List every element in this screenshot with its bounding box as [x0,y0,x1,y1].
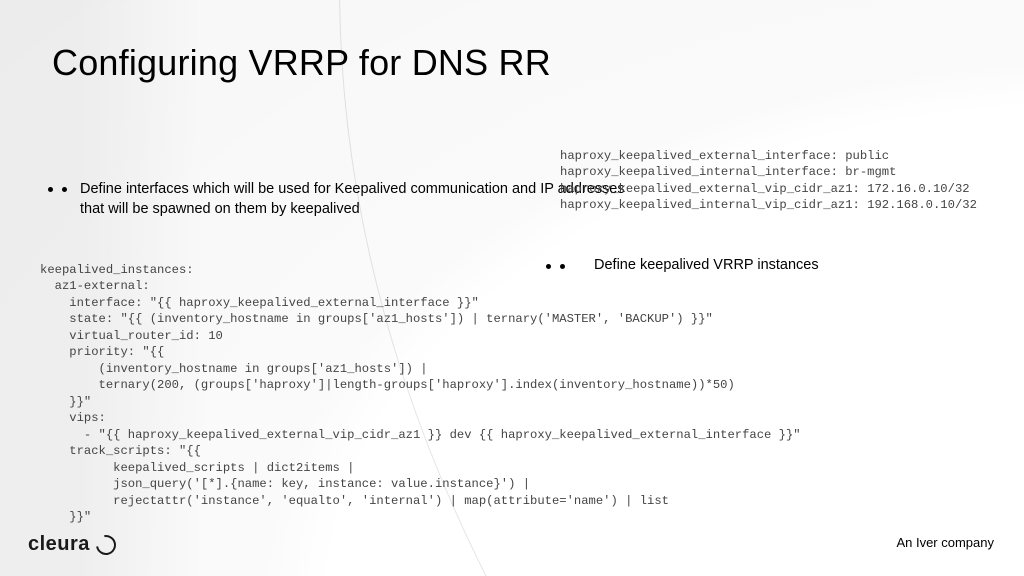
tagline: An Iver company [896,535,994,550]
logo-text: cleura [28,533,90,556]
slide: Configuring VRRP for DNS RR Define inter… [0,0,1024,576]
bullet-dot-icon [62,187,67,192]
code-block-interfaces: haproxy_keepalived_external_interface: p… [560,148,977,214]
logo-cleura: cleura [28,533,116,556]
code-block-keepalived-instances: keepalived_instances: az1-external: inte… [40,262,801,526]
page-title: Configuring VRRP for DNS RR [52,42,551,84]
logo-mark-icon [92,531,120,559]
